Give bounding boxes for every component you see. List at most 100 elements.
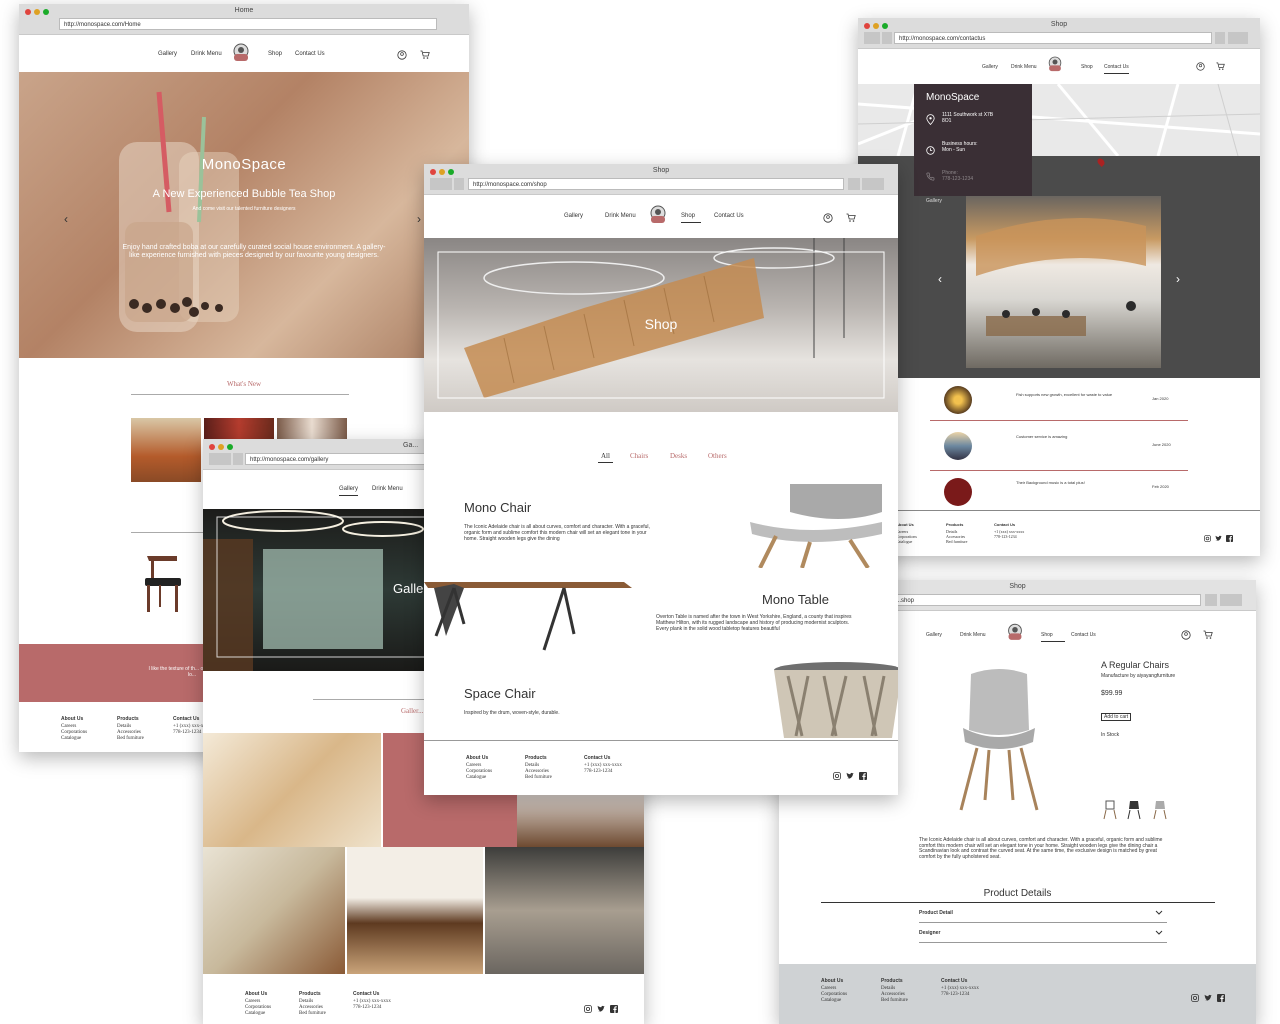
nav-shop[interactable]: Shop	[681, 213, 702, 223]
logo-icon[interactable]	[646, 204, 670, 226]
product-name[interactable]: Mono Chair	[464, 500, 531, 515]
twitter-icon[interactable]	[846, 772, 854, 780]
back-button[interactable]	[430, 178, 452, 190]
review-item: Customer service is amazing June 2020	[930, 426, 1188, 471]
nav-gallery[interactable]: Gallery	[339, 486, 359, 496]
cart-icon[interactable]	[846, 213, 856, 223]
extension-button[interactable]	[1205, 594, 1217, 606]
lightbox-next-icon[interactable]: ›	[1176, 272, 1180, 286]
footer-products: Products Details Accessories Bed furniture	[525, 755, 552, 780]
cart-icon[interactable]	[1203, 630, 1213, 640]
mono-table-image[interactable]	[424, 574, 634, 654]
thumbnail-3[interactable]	[1153, 800, 1167, 820]
nav-shop[interactable]: Shop	[268, 51, 282, 57]
instagram-icon[interactable]	[1204, 535, 1211, 542]
instagram-icon[interactable]	[584, 1005, 592, 1013]
mono-chair-image[interactable]	[750, 482, 882, 568]
logo-icon[interactable]	[1004, 622, 1026, 643]
user-icon[interactable]	[397, 50, 407, 60]
thumbnail-1[interactable]	[1103, 800, 1117, 820]
filter-others[interactable]: Others	[708, 452, 727, 460]
cart-icon[interactable]	[1216, 62, 1225, 71]
nav-drink-menu[interactable]: Drink Menu	[1011, 64, 1037, 70]
nav-shop[interactable]: Shop	[1041, 632, 1065, 642]
nav-contact[interactable]: Contact Us	[295, 51, 325, 57]
instagram-icon[interactable]	[833, 772, 841, 780]
user-icon[interactable]	[1181, 630, 1191, 640]
menu-button[interactable]	[1228, 32, 1248, 44]
user-icon[interactable]	[823, 213, 833, 223]
nav-contact[interactable]: Contact Us	[714, 213, 744, 219]
menu-button[interactable]	[862, 178, 884, 190]
address-bar[interactable]: ...shop	[891, 594, 1201, 606]
nav-gallery[interactable]: Gallery	[564, 213, 583, 219]
menu-button[interactable]	[1220, 594, 1242, 606]
product-desc: Overton Table is named after the town in…	[656, 614, 852, 632]
review-date: June 2020	[1152, 442, 1171, 447]
address: 1111 Southwork st X7B 8O1	[942, 112, 994, 124]
instagram-icon[interactable]	[1191, 994, 1199, 1002]
gallery-lightbox-image	[966, 196, 1161, 368]
filter-all[interactable]: All	[598, 452, 613, 463]
footer-divider	[858, 510, 1260, 511]
logo-icon[interactable]	[1045, 55, 1065, 74]
filter-desks[interactable]: Desks	[670, 452, 687, 460]
user-icon[interactable]	[1196, 62, 1205, 71]
social-links	[833, 772, 867, 780]
accordion-designer[interactable]: Designer	[919, 928, 1167, 943]
facebook-icon[interactable]	[610, 1005, 618, 1013]
address-bar[interactable]: http://monospace.com/shop	[468, 178, 844, 190]
window-title: Shop	[1050, 21, 1068, 28]
address-bar[interactable]: http://monospace.com/Home	[59, 18, 437, 30]
thumbnail-2[interactable]	[1127, 800, 1141, 820]
location-pin-icon	[926, 114, 935, 125]
back-button[interactable]	[864, 32, 880, 44]
product-name[interactable]: Space Chair	[464, 686, 536, 701]
add-to-cart-button[interactable]: Add to cart	[1101, 713, 1132, 721]
space-chair-image[interactable]	[768, 662, 898, 740]
carousel-prev-icon[interactable]: ‹	[64, 212, 68, 226]
hero-tagline: And come visit our talented furniture de…	[192, 206, 296, 212]
lightbox-prev-icon[interactable]: ‹	[938, 272, 942, 286]
facebook-icon[interactable]	[1217, 994, 1225, 1002]
cart-icon[interactable]	[420, 50, 430, 60]
nav-gallery[interactable]: Gallery	[982, 64, 998, 70]
footer-about: About Us Careers Corporations Catalogue	[896, 522, 917, 544]
news-image-1	[131, 418, 201, 482]
divider	[131, 394, 349, 395]
nav-gallery[interactable]: Gallery	[158, 51, 177, 57]
avatar	[944, 386, 972, 414]
logo-icon[interactable]	[229, 42, 253, 64]
avatar	[944, 432, 972, 460]
extension-button[interactable]	[848, 178, 860, 190]
filter-chairs[interactable]: Chairs	[630, 452, 648, 460]
whats-new-heading: What's New	[226, 380, 262, 388]
nav-shop[interactable]: Shop	[1081, 64, 1093, 70]
nav-contact[interactable]: Contact Us	[1071, 632, 1096, 638]
facebook-icon[interactable]	[859, 772, 867, 780]
forward-button[interactable]	[454, 178, 464, 190]
nav-drink-menu[interactable]: Drink Menu	[960, 632, 986, 638]
product-name[interactable]: Mono Table	[762, 592, 829, 607]
twitter-icon[interactable]	[1204, 994, 1212, 1002]
nav-drink-menu[interactable]: Drink Menu	[372, 486, 403, 492]
facebook-icon[interactable]	[1226, 535, 1233, 542]
nav-drink-menu[interactable]: Drink Menu	[605, 213, 636, 219]
forward-button[interactable]	[233, 453, 243, 465]
shop-window: Shop http://monospace.com/shop Gallery D…	[424, 164, 898, 795]
accordion-product-detail[interactable]: Product Detail	[919, 908, 1167, 923]
social-links	[584, 1005, 618, 1013]
nav-gallery[interactable]: Gallery	[926, 632, 942, 638]
extension-button[interactable]	[1215, 32, 1225, 44]
gallery-section-title: Galler...	[401, 707, 424, 715]
window-controls[interactable]	[209, 444, 233, 450]
back-button[interactable]	[209, 453, 231, 465]
carousel-next-icon[interactable]: ›	[417, 212, 421, 226]
address-bar[interactable]: http://monospace.com/contactus	[894, 32, 1212, 44]
nav-contact[interactable]: Contact Us	[1104, 64, 1129, 74]
nav-drink-menu[interactable]: Drink Menu	[191, 51, 222, 57]
forward-button[interactable]	[882, 32, 892, 44]
chevron-down-icon	[1155, 910, 1163, 915]
twitter-icon[interactable]	[1215, 535, 1222, 542]
twitter-icon[interactable]	[597, 1005, 605, 1013]
